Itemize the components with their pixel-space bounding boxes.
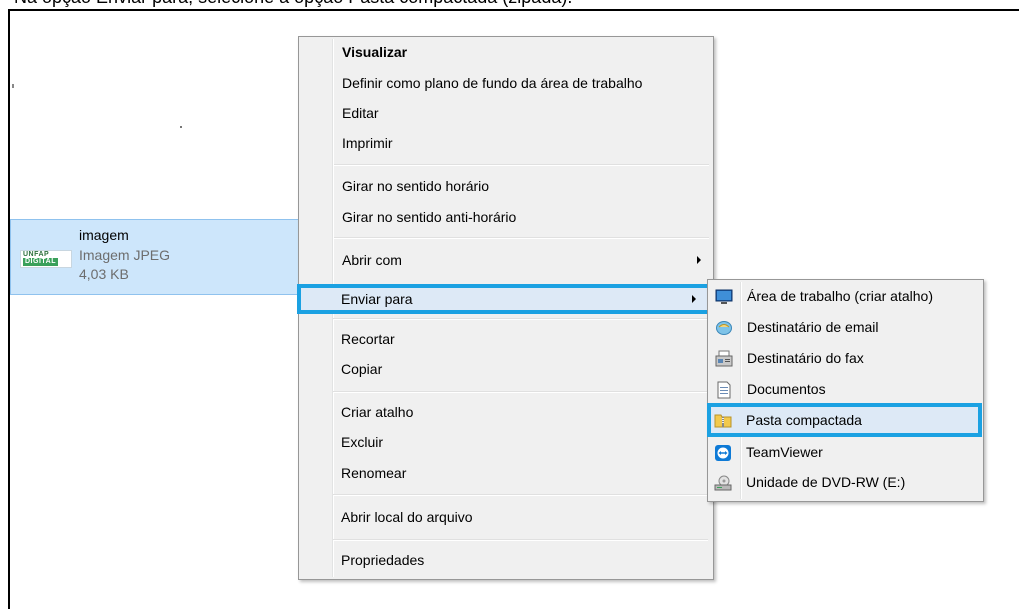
menu-item-label: Girar no sentido anti-horário xyxy=(342,209,517,225)
stray-mark xyxy=(12,84,14,88)
dvd-drive-icon xyxy=(714,475,732,491)
menu-item-label: Girar no sentido horário xyxy=(342,178,490,194)
menu-item-definir-plano-de-fundo[interactable]: Definir como plano de fundo da área de t… xyxy=(301,69,711,97)
menu-item-label: Imprimir xyxy=(342,135,393,151)
menu-item-imprimir[interactable]: Imprimir xyxy=(301,129,711,157)
file-thumbnail: UNFAP DIGITAL xyxy=(20,250,72,268)
submenu-item-dvd-rw[interactable]: Unidade de DVD-RW (E:) xyxy=(709,467,980,498)
submenu-arrow-icon xyxy=(697,256,701,264)
menu-separator xyxy=(334,164,709,166)
blank-area xyxy=(230,575,296,608)
menu-item-editar[interactable]: Editar xyxy=(301,99,711,127)
menu-item-label: Abrir com xyxy=(342,252,402,268)
menu-item-girar-anti-horario[interactable]: Girar no sentido anti-horário xyxy=(301,203,711,231)
menu-item-label: Editar xyxy=(342,105,379,121)
teamviewer-icon xyxy=(715,445,731,461)
thumbnail-text-line2: DIGITAL xyxy=(23,258,58,266)
submenu-item-label: Unidade de DVD-RW (E:) xyxy=(746,474,906,490)
submenu-item-teamviewer[interactable]: TeamViewer xyxy=(709,437,980,468)
submenu-item-label: TeamViewer xyxy=(746,444,823,460)
file-item-imagem[interactable]: UNFAP DIGITAL imagem Imagem JPEG 4,03 KB xyxy=(10,219,301,295)
menu-item-label: Visualizar xyxy=(342,44,408,60)
menu-item-visualizar[interactable]: Visualizar xyxy=(301,38,711,66)
file-name: imagem xyxy=(79,227,129,243)
stray-mark xyxy=(180,126,182,128)
menu-separator xyxy=(334,237,709,239)
file-type: Imagem JPEG xyxy=(79,247,171,263)
enviar-para-highlight-frame xyxy=(297,284,711,314)
menu-item-girar-horario[interactable]: Girar no sentido horário xyxy=(301,172,711,200)
cropped-caption: Na opção Enviar para, selecione a opção … xyxy=(0,0,1019,9)
menu-item-label: Definir como plano de fundo da área de t… xyxy=(342,75,643,91)
caption-text: Na opção Enviar para, selecione a opção … xyxy=(14,0,572,8)
menu-item-abrir-com[interactable]: Abrir com xyxy=(301,246,711,274)
file-size: 4,03 KB xyxy=(79,266,129,282)
send-to-submenu-lower: TeamViewer Unidade de DVD-RW (E:) xyxy=(707,279,984,502)
